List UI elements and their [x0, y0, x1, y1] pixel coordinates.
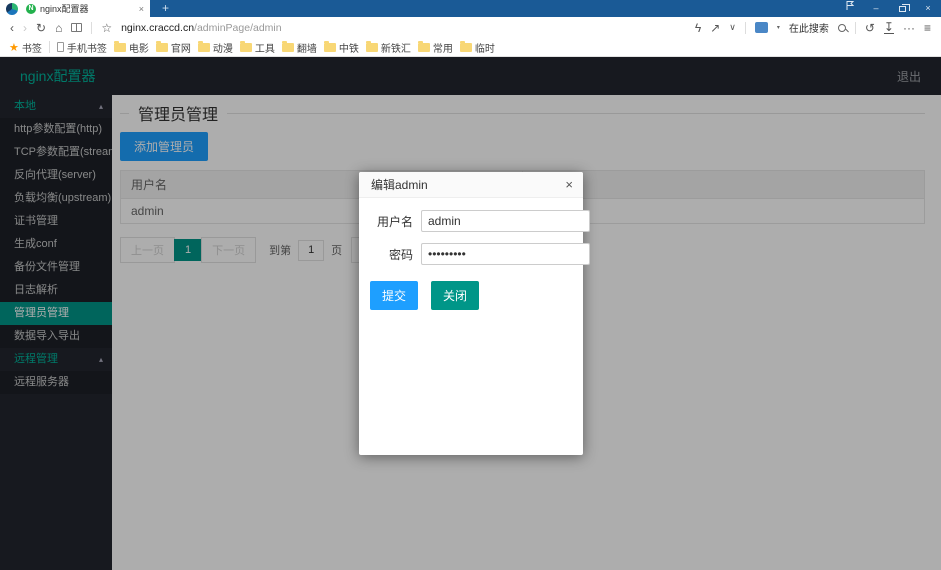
new-tab-button[interactable]: + [150, 0, 181, 17]
home-icon[interactable]: ⌂ [55, 22, 62, 34]
divider [49, 41, 50, 53]
username-field[interactable] [421, 210, 590, 232]
divider [91, 22, 92, 34]
folder-icon [366, 43, 378, 52]
username-row: 用户名 [359, 210, 575, 232]
divider [855, 22, 856, 34]
browser-tab-bar: N nginx配置器 × + – × [0, 0, 941, 17]
window-controls: – × [837, 0, 941, 17]
modal-title-bar: 编辑admin × [359, 172, 583, 198]
password-field[interactable] [421, 243, 590, 265]
bookmark-label: 手机书签 [67, 40, 107, 55]
chevron-down-icon[interactable]: ∨ [729, 23, 736, 32]
undo-icon[interactable]: ↺ [865, 22, 875, 34]
bookmark-mobile[interactable]: 手机书签 [57, 40, 107, 55]
bookmark-folder[interactable]: 常用 [418, 40, 453, 55]
close-modal-button[interactable]: 关闭 [431, 281, 479, 310]
bookmarks-root[interactable]: ★ 书签 [9, 40, 42, 55]
folder-icon [460, 43, 472, 52]
site-favicon-icon: N [26, 4, 36, 14]
bookmark-label: 电影 [129, 40, 149, 55]
skin-flag-icon[interactable] [837, 0, 863, 17]
modal-buttons: 提交 关闭 [359, 281, 575, 310]
caret-down-icon: ▾ [777, 24, 780, 31]
bookmark-folder[interactable]: 翻墙 [282, 40, 317, 55]
folder-icon [282, 43, 294, 52]
bookmark-folder[interactable]: 新铁汇 [366, 40, 411, 55]
close-button[interactable]: × [915, 0, 941, 17]
tab-close-icon[interactable]: × [139, 4, 144, 14]
search-icon[interactable] [838, 24, 846, 32]
phone-icon [57, 42, 64, 52]
submit-button[interactable]: 提交 [370, 281, 418, 310]
bookmark-folder[interactable]: 临时 [460, 40, 495, 55]
divider [745, 22, 746, 34]
favorite-star-icon[interactable]: ☆ [101, 22, 112, 34]
bookmark-folder[interactable]: 中铁 [324, 40, 359, 55]
download-icon[interactable]: ↧ [884, 21, 894, 34]
tab-title: nginx配置器 [40, 2, 133, 15]
bookmarks-bar: ★ 书签 手机书签 电影 官网 动漫 工具 翻墙 中铁 新铁汇 常用 临时 [0, 38, 941, 57]
bookmark-label: 动漫 [213, 40, 233, 55]
bookmark-label: 翻墙 [297, 40, 317, 55]
minimize-button[interactable]: – [863, 0, 889, 17]
active-tab[interactable]: N nginx配置器 × [0, 0, 150, 17]
bookmark-label: 中铁 [339, 40, 359, 55]
bookmarks-label: 书签 [22, 40, 42, 55]
bookmark-label: 临时 [475, 40, 495, 55]
page-viewport: nginx配置器 退出 本地▴ http参数配置(http) TCP参数配置(s… [0, 57, 941, 570]
bookmark-folder[interactable]: 动漫 [198, 40, 233, 55]
url-path: /adminPage/admin [194, 22, 282, 34]
reading-mode-icon[interactable] [71, 23, 82, 32]
folder-icon [418, 43, 430, 52]
folder-icon [198, 43, 210, 52]
modal-title: 编辑admin [371, 178, 428, 192]
url-host: nginx.craccd.cn [121, 22, 194, 34]
modal-body: 用户名 密码 提交 关闭 [359, 198, 583, 310]
username-label: 用户名 [359, 213, 421, 230]
password-label: 密码 [359, 246, 421, 263]
restore-icon [899, 6, 906, 12]
address-bar: ‹ › ↻ ⌂ ☆ nginx.craccd.cn/adminPage/admi… [0, 17, 941, 38]
bookmark-folder[interactable]: 电影 [114, 40, 149, 55]
menu-icon[interactable]: ≡ [924, 22, 931, 34]
bookmark-label: 常用 [433, 40, 453, 55]
bookmark-label: 新铁汇 [381, 40, 411, 55]
modal-close-icon[interactable]: × [565, 172, 573, 198]
star-icon: ★ [9, 41, 19, 54]
forward-icon[interactable]: › [23, 22, 27, 34]
back-icon[interactable]: ‹ [10, 22, 14, 34]
bookmark-label: 工具 [255, 40, 275, 55]
browser-logo-icon[interactable] [6, 3, 18, 15]
search-here-label[interactable]: 在此搜索 [789, 20, 829, 35]
folder-icon [156, 43, 168, 52]
bookmark-folder[interactable]: 官网 [156, 40, 191, 55]
password-row: 密码 [359, 243, 575, 265]
lightning-icon[interactable]: ϟ [695, 22, 701, 34]
restore-button[interactable] [889, 0, 915, 17]
folder-icon [324, 43, 336, 52]
folder-icon [114, 43, 126, 52]
more-icon[interactable]: ··· [903, 22, 915, 34]
bookmark-folder[interactable]: 工具 [240, 40, 275, 55]
share-icon[interactable]: ↗ [710, 22, 720, 34]
folder-icon [240, 43, 252, 52]
url-field[interactable]: nginx.craccd.cn/adminPage/admin [121, 22, 686, 34]
refresh-icon[interactable]: ↻ [36, 22, 46, 34]
bookmark-label: 官网 [171, 40, 191, 55]
edit-admin-modal: 编辑admin × 用户名 密码 提交 关闭 [359, 172, 583, 455]
image-search-icon[interactable] [755, 22, 768, 33]
